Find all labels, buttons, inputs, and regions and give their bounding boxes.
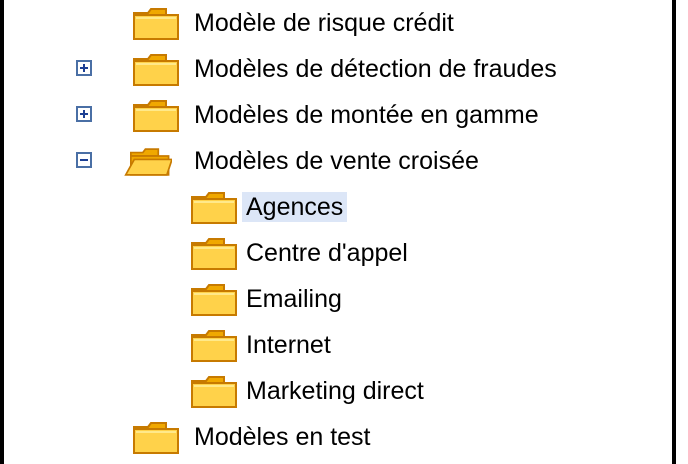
folder-closed-icon [191,330,237,362]
folder-closed-icon [191,192,237,224]
tree-node-test-models[interactable]: Modèles en test [4,416,672,458]
tree-node-upsell[interactable]: Modèles de montée en gamme [4,94,672,136]
tree-node-label: Marketing direct [246,377,424,405]
tree-node-risk-model[interactable]: Modèle de risque crédit [4,2,672,44]
tree-node-agences[interactable]: Agences [4,186,672,228]
folder-closed-icon [133,8,179,40]
expand-plus-icon[interactable] [76,60,92,76]
tree-node-label: Modèles de vente croisée [194,147,479,175]
tree-node-emailing[interactable]: Emailing [4,278,672,320]
tree-node-label: Modèle de risque crédit [194,9,454,37]
tree-node-internet[interactable]: Internet [4,324,672,366]
tree-node-label: Modèles en test [194,423,371,451]
tree-node-label: Modèles de montée en gamme [194,101,539,129]
tree-node-label: Agences [242,192,348,222]
tree-node-fraud-detection[interactable]: Modèles de détection de fraudes [4,48,672,90]
folder-closed-icon [191,376,237,408]
tree-node-label: Internet [246,331,331,359]
folder-tree-panel: Modèle de risque crédit Modèles de détec… [0,0,676,464]
folder-closed-icon [191,238,237,270]
tree-node-label: Modèles de détection de fraudes [194,55,557,83]
tree-node-cross-sell[interactable]: Modèles de vente croisée [4,140,672,182]
folder-closed-icon [133,422,179,454]
folder-closed-icon [133,54,179,86]
folder-closed-icon [133,100,179,132]
tree-node-direct-marketing[interactable]: Marketing direct [4,370,672,412]
folder-open-icon [124,148,172,176]
tree-node-label: Emailing [246,285,342,313]
expand-plus-icon[interactable] [76,106,92,122]
collapse-minus-icon[interactable] [76,152,92,168]
folder-closed-icon [191,284,237,316]
tree-node-label: Centre d'appel [246,239,408,267]
tree-node-call-center[interactable]: Centre d'appel [4,232,672,274]
